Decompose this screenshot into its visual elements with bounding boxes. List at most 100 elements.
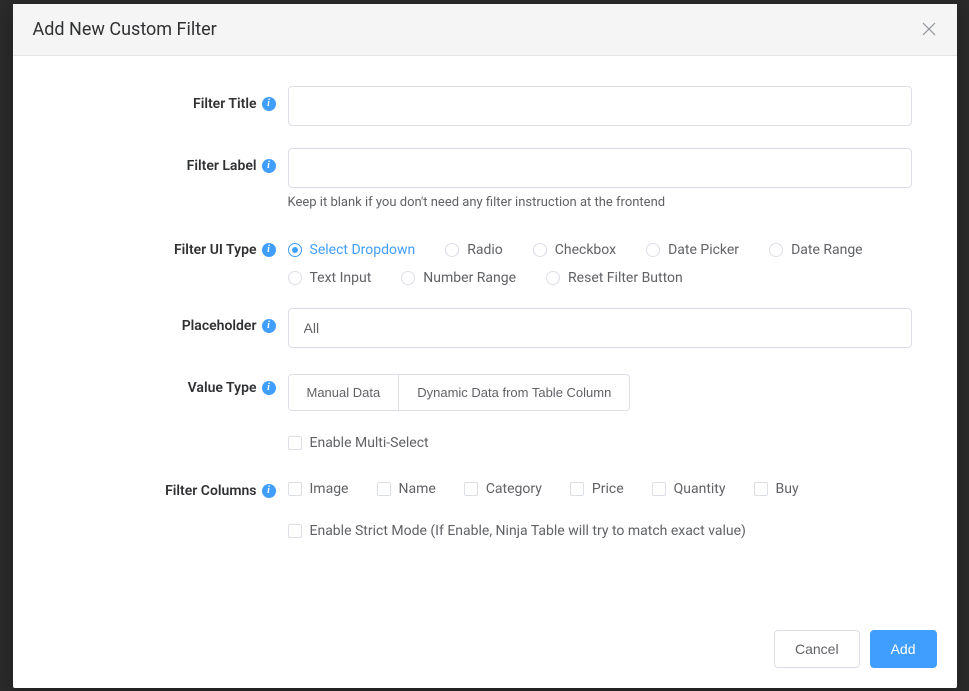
radio-number-range[interactable]: Number Range bbox=[401, 270, 516, 286]
add-button[interactable]: Add bbox=[870, 630, 937, 668]
control-filter-label: Keep it blank if you don't need any filt… bbox=[288, 148, 912, 210]
modal-title: Add New Custom Filter bbox=[33, 19, 217, 40]
radio-text-input[interactable]: Text Input bbox=[288, 270, 372, 286]
row-multi-select: Enable Multi-Select bbox=[58, 433, 912, 451]
checkbox-strict-mode[interactable]: Enable Strict Mode (If Enable, Ninja Tab… bbox=[288, 521, 912, 539]
radio-label: Date Picker bbox=[668, 242, 739, 258]
checkbox-icon bbox=[754, 482, 768, 496]
radio-reset-filter-button[interactable]: Reset Filter Button bbox=[546, 270, 683, 286]
label-filter-title: Filter Title i bbox=[58, 86, 288, 112]
info-icon[interactable]: i bbox=[262, 484, 276, 498]
checkbox-label: Price bbox=[592, 481, 624, 497]
info-icon[interactable]: i bbox=[262, 97, 276, 111]
info-icon[interactable]: i bbox=[262, 159, 276, 173]
radio-label: Date Range bbox=[791, 242, 863, 258]
label-placeholder: Placeholder i bbox=[58, 308, 288, 334]
columns-checkbox-group: Image Name Category Price bbox=[288, 473, 912, 497]
label-text: Filter UI Type bbox=[174, 242, 257, 258]
checkbox-label: Enable Multi-Select bbox=[310, 435, 429, 451]
radio-date-range[interactable]: Date Range bbox=[769, 242, 863, 258]
label-filter-columns: Filter Columns i bbox=[58, 473, 288, 499]
label-filter-label: Filter Label i bbox=[58, 148, 288, 174]
add-custom-filter-modal: Add New Custom Filter Filter Title i Fil… bbox=[13, 4, 957, 688]
label-empty bbox=[58, 433, 288, 443]
label-text: Value Type bbox=[188, 380, 257, 396]
cancel-button[interactable]: Cancel bbox=[774, 630, 860, 668]
label-text: Filter Label bbox=[187, 158, 257, 174]
checkbox-icon bbox=[288, 524, 302, 538]
info-icon[interactable]: i bbox=[262, 319, 276, 333]
radio-checkbox[interactable]: Checkbox bbox=[533, 242, 616, 258]
row-filter-title: Filter Title i bbox=[58, 86, 912, 126]
column-category[interactable]: Category bbox=[464, 481, 542, 497]
control-strict-mode: Enable Strict Mode (If Enable, Ninja Tab… bbox=[288, 521, 912, 539]
info-icon[interactable]: i bbox=[262, 381, 276, 395]
label-filter-ui-type: Filter UI Type i bbox=[58, 232, 288, 258]
radio-date-picker[interactable]: Date Picker bbox=[646, 242, 739, 258]
radio-label: Select Dropdown bbox=[310, 242, 416, 258]
filter-label-help: Keep it blank if you don't need any filt… bbox=[288, 195, 912, 210]
control-value-type: Manual Data Dynamic Data from Table Colu… bbox=[288, 370, 912, 411]
row-strict-mode: Enable Strict Mode (If Enable, Ninja Tab… bbox=[58, 521, 912, 539]
column-quantity[interactable]: Quantity bbox=[652, 481, 726, 497]
modal-header: Add New Custom Filter bbox=[13, 4, 957, 56]
radio-radio[interactable]: Radio bbox=[445, 242, 503, 258]
radio-icon bbox=[769, 243, 783, 257]
control-filter-ui-type: Select Dropdown Radio Checkbox Date Pick… bbox=[288, 232, 912, 286]
checkbox-icon bbox=[288, 436, 302, 450]
row-filter-label: Filter Label i Keep it blank if you don'… bbox=[58, 148, 912, 210]
radio-icon bbox=[546, 271, 560, 285]
row-placeholder: Placeholder i bbox=[58, 308, 912, 348]
filter-label-input[interactable] bbox=[288, 148, 912, 188]
info-icon[interactable]: i bbox=[262, 243, 276, 257]
checkbox-label: Quantity bbox=[674, 481, 726, 497]
control-multi-select: Enable Multi-Select bbox=[288, 433, 912, 451]
row-filter-columns: Filter Columns i Image Name Category bbox=[58, 473, 912, 499]
checkbox-label: Name bbox=[399, 481, 436, 497]
checkbox-multi-select[interactable]: Enable Multi-Select bbox=[288, 433, 912, 451]
radio-icon bbox=[288, 243, 302, 257]
radio-label: Reset Filter Button bbox=[568, 270, 683, 286]
value-type-group: Manual Data Dynamic Data from Table Colu… bbox=[288, 370, 912, 411]
radio-icon bbox=[445, 243, 459, 257]
label-text: Filter Columns bbox=[165, 483, 256, 499]
checkbox-label: Buy bbox=[776, 481, 799, 497]
placeholder-input[interactable] bbox=[288, 308, 912, 348]
checkbox-label: Image bbox=[310, 481, 349, 497]
checkbox-label: Enable Strict Mode (If Enable, Ninja Tab… bbox=[310, 523, 746, 539]
modal-footer: Cancel Add bbox=[13, 615, 957, 688]
checkbox-icon bbox=[570, 482, 584, 496]
label-empty bbox=[58, 521, 288, 531]
radio-label: Radio bbox=[467, 242, 503, 258]
radio-icon bbox=[288, 271, 302, 285]
value-type-manual[interactable]: Manual Data bbox=[288, 374, 400, 411]
value-type-dynamic[interactable]: Dynamic Data from Table Column bbox=[399, 374, 630, 411]
filter-title-input[interactable] bbox=[288, 86, 912, 126]
column-name[interactable]: Name bbox=[377, 481, 436, 497]
radio-label: Number Range bbox=[423, 270, 516, 286]
control-filter-title bbox=[288, 86, 912, 126]
column-price[interactable]: Price bbox=[570, 481, 624, 497]
radio-label: Text Input bbox=[310, 270, 372, 286]
control-placeholder bbox=[288, 308, 912, 348]
checkbox-label: Category bbox=[486, 481, 542, 497]
label-text: Placeholder bbox=[182, 318, 257, 334]
checkbox-icon bbox=[288, 482, 302, 496]
row-filter-ui-type: Filter UI Type i Select Dropdown Radio bbox=[58, 232, 912, 286]
radio-select-dropdown[interactable]: Select Dropdown bbox=[288, 242, 416, 258]
checkbox-icon bbox=[464, 482, 478, 496]
close-icon[interactable] bbox=[921, 21, 937, 37]
label-text: Filter Title bbox=[193, 96, 257, 112]
radio-icon bbox=[646, 243, 660, 257]
column-image[interactable]: Image bbox=[288, 481, 349, 497]
column-buy[interactable]: Buy bbox=[754, 481, 799, 497]
radio-icon bbox=[401, 271, 415, 285]
label-value-type: Value Type i bbox=[58, 370, 288, 396]
checkbox-icon bbox=[652, 482, 666, 496]
row-value-type: Value Type i Manual Data Dynamic Data fr… bbox=[58, 370, 912, 411]
checkbox-icon bbox=[377, 482, 391, 496]
control-filter-columns: Image Name Category Price bbox=[288, 473, 912, 497]
radio-icon bbox=[533, 243, 547, 257]
modal-body: Filter Title i Filter Label i Keep it bl… bbox=[13, 56, 957, 615]
ui-type-radio-group: Select Dropdown Radio Checkbox Date Pick… bbox=[288, 232, 912, 286]
